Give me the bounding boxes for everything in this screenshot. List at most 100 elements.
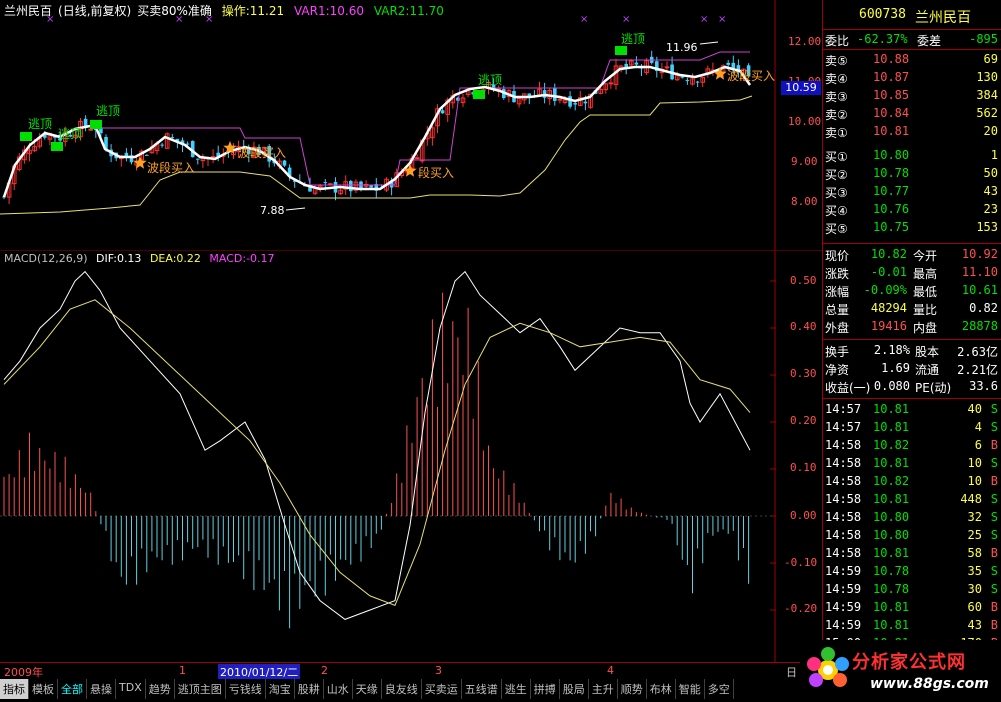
dif-value: DIF:0.13: [96, 252, 142, 265]
cross-marker-icon: ×: [622, 14, 630, 25]
buy-price[interactable]: 10.76: [873, 202, 909, 216]
candle-body: [145, 154, 149, 156]
fund-value: 0.080: [873, 379, 910, 393]
tab-maimaiyun[interactable]: 买卖运: [422, 679, 462, 699]
sell-price[interactable]: 10.87: [873, 70, 909, 84]
escape-label: 逃顶: [28, 117, 53, 131]
tick-price: 10.82: [873, 438, 910, 452]
tab-shanshui[interactable]: 山水: [324, 679, 353, 699]
macd-name[interactable]: MACD(12,26,9): [4, 252, 88, 265]
indicator-name[interactable]: 买卖80%准确: [137, 4, 212, 18]
macd-y-tick: 0.50: [790, 274, 817, 287]
tab-guju[interactable]: 股局: [560, 679, 589, 699]
tick-side: S: [990, 420, 998, 434]
tab-liangyou[interactable]: 良友线: [382, 679, 422, 699]
stat-label: 最低: [913, 285, 938, 299]
stat-value: 19416: [870, 319, 907, 333]
candle-body: [726, 62, 730, 65]
buy-label: 波段买入: [147, 161, 196, 175]
tab-zhineng[interactable]: 智能: [676, 679, 705, 699]
stat-label: 量比: [913, 303, 938, 317]
tab-shunshi[interactable]: 顺势: [618, 679, 647, 699]
tick-time: 14:59: [825, 600, 862, 614]
indicator-tab-bar: 指标 模板 全部 悬操 TDX 趋势 逃顶主图 亏钱线 淘宝 股耕 山水 天缘 …: [0, 679, 822, 699]
tab-trend[interactable]: 趋势: [146, 679, 175, 699]
escape-label: 逃顶: [621, 32, 646, 46]
date-label: 2009年: [4, 666, 43, 679]
tick-volume: 30: [967, 582, 982, 596]
escape-signal-box: [90, 120, 102, 129]
macd-y-tick: 0.40: [790, 320, 817, 333]
tab-taosheng[interactable]: 逃生: [502, 679, 531, 699]
stat-value: -0.01: [870, 265, 907, 279]
tab-pinbo[interactable]: 拼搏: [531, 679, 560, 699]
buy-price[interactable]: 10.78: [873, 166, 909, 180]
escape-signal-box: [615, 46, 627, 55]
tick-side: B: [990, 438, 998, 452]
tab-tdx[interactable]: TDX: [116, 679, 146, 699]
tab-loss-line[interactable]: 亏钱线: [226, 679, 266, 699]
tick-time: 14:58: [825, 528, 862, 542]
tab-all[interactable]: 全部: [58, 679, 87, 699]
tab-template[interactable]: 模板: [29, 679, 58, 699]
y-tick: 9.00: [791, 155, 818, 168]
sell-level-label: 卖④: [825, 72, 848, 86]
tick-side: S: [990, 510, 998, 524]
sell-price[interactable]: 10.84: [873, 106, 909, 120]
tick-time: 14:57: [825, 420, 862, 434]
candle-body: [414, 157, 420, 160]
candle-body: [369, 185, 373, 188]
date-label: 4: [607, 664, 614, 677]
tab-zhusheng[interactable]: 主升: [589, 679, 618, 699]
sell-price[interactable]: 10.88: [873, 52, 909, 66]
cross-marker-icon: ×: [718, 14, 726, 25]
candlestick-chart[interactable]: × × × × × × ×: [0, 0, 822, 250]
sell-price[interactable]: 10.81: [873, 124, 909, 138]
high-marker: 11.96: [666, 41, 698, 54]
tick-price: 10.78: [873, 582, 910, 596]
tab-tianyuan[interactable]: 天缘: [353, 679, 382, 699]
macd-chart[interactable]: [0, 250, 822, 662]
sell-price[interactable]: 10.85: [873, 88, 909, 102]
stat-value: 28878: [961, 319, 998, 333]
tick-volume: 43: [967, 618, 982, 632]
tick-side: S: [990, 564, 998, 578]
tick-price: 10.81: [873, 402, 910, 416]
tick-volume: 32: [967, 510, 982, 524]
fund-label: PE(动): [915, 381, 952, 395]
macd-value: MACD:-0.17: [209, 252, 275, 265]
buy-price[interactable]: 10.77: [873, 184, 909, 198]
buy-price[interactable]: 10.75: [873, 220, 909, 234]
candle-body: [349, 181, 353, 192]
tab-indicator[interactable]: 指标: [0, 679, 29, 699]
buy-price[interactable]: 10.80: [873, 148, 909, 162]
tab-duokong[interactable]: 多空: [705, 679, 734, 699]
tab-escape-main[interactable]: 逃顶主图: [175, 679, 226, 699]
stat-value: -0.09%: [863, 283, 907, 297]
buy-label: 波段买入: [238, 146, 287, 160]
chart-title: 兰州民百 (日线,前复权) 买卖80%准确 操作:11.21 VAR1:10.60 …: [4, 2, 450, 19]
candle-body: [185, 143, 190, 145]
sell-level-label: 卖①: [825, 126, 848, 140]
fund-value: 2.21亿: [957, 363, 998, 377]
candle-body: [553, 88, 557, 101]
tab-taobao[interactable]: 淘宝: [266, 679, 295, 699]
candle-body: [583, 101, 588, 104]
tick-volume: 10: [967, 456, 982, 470]
candle-body: [323, 182, 328, 184]
period-switch[interactable]: 日: [786, 664, 797, 680]
tab-wuxianpu[interactable]: 五线谱: [462, 679, 502, 699]
low-marker: 7.88: [260, 204, 285, 217]
tick-side: B: [990, 546, 998, 560]
candle-body: [440, 110, 445, 114]
tab-xuancao[interactable]: 悬操: [87, 679, 116, 699]
tick-volume: 58: [967, 546, 982, 560]
candle-body: [160, 144, 164, 146]
tab-bolin[interactable]: 布林: [647, 679, 676, 699]
fund-value: 33.6: [969, 379, 998, 393]
tab-gugeng[interactable]: 股耕: [295, 679, 324, 699]
tick-time: 14:58: [825, 546, 862, 560]
macd-y-tick: 0.00: [790, 509, 817, 522]
fund-label: 换手: [825, 345, 850, 359]
date-axis[interactable]: 2009年 1 2010/01/12/二 2 3 4 日: [0, 662, 822, 680]
